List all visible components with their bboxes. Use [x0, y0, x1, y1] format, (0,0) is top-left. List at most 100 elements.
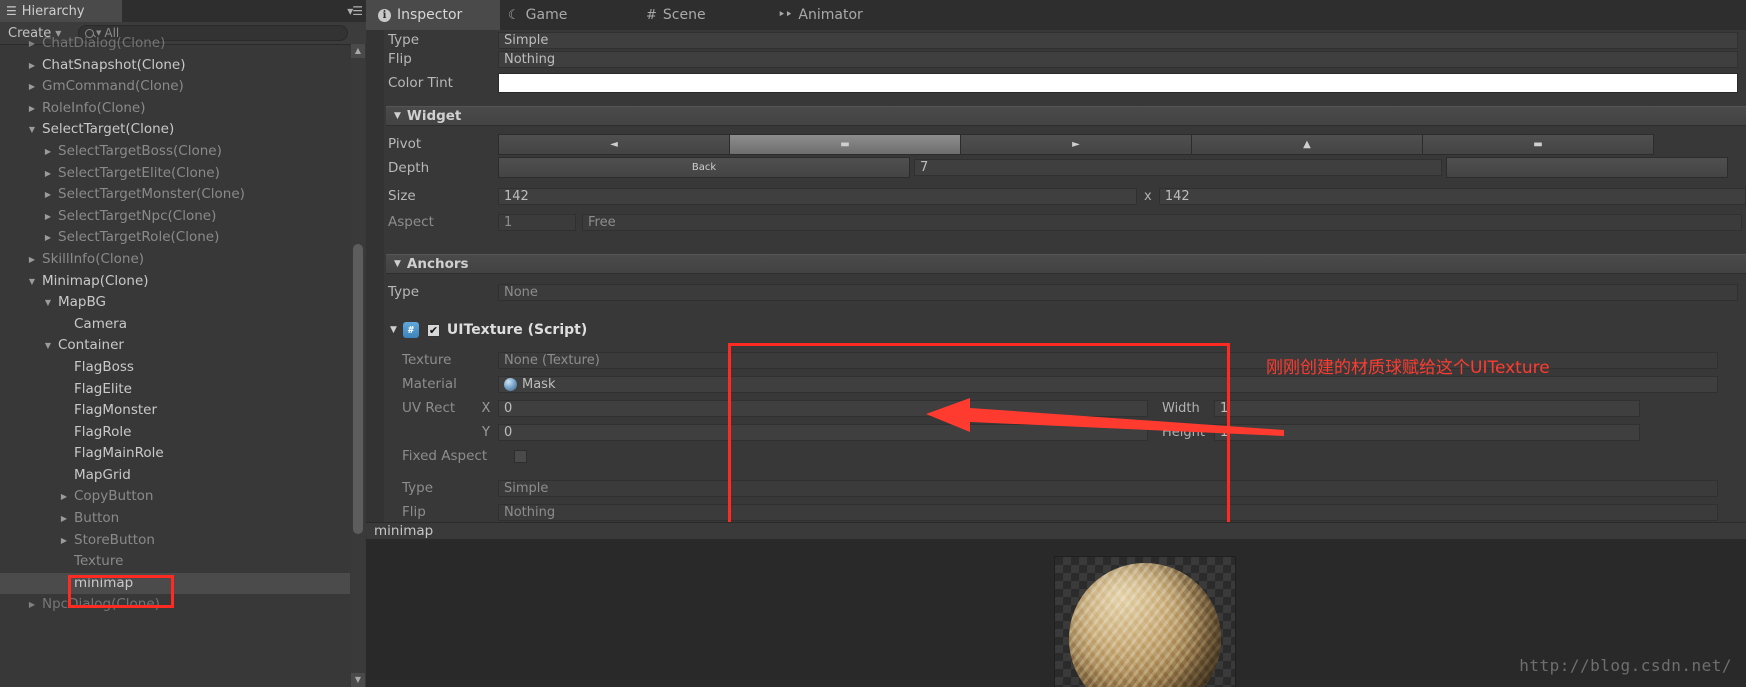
color-tint-swatch[interactable] [498, 73, 1738, 93]
scroll-down-icon[interactable]: ▼ [351, 673, 365, 687]
hierarchy-item-selecttargetroleclone[interactable]: ▶ SelectTargetRole(Clone) [0, 227, 350, 249]
hierarchy-item-flagelite[interactable]: FlagElite [0, 379, 350, 401]
pivot-middle-button[interactable]: ▬ [1422, 134, 1654, 155]
pivot-left-button[interactable]: ◄ [498, 134, 730, 155]
aspect-mode-dropdown[interactable]: Free [582, 213, 1742, 231]
inspector-body: Type Simple Flip Nothing Color Tint ▼ Wi… [366, 30, 1746, 687]
uitex-type-dropdown[interactable]: Simple [498, 479, 1718, 497]
tab-label: Animator [798, 7, 863, 23]
uitex-type-label: Type [402, 480, 434, 496]
hierarchy-item-storebutton[interactable]: ▶ StoreButton [0, 530, 350, 552]
hierarchy-item-selecttargetmonsterclone[interactable]: ▶ SelectTargetMonster(Clone) [0, 184, 350, 206]
hierarchy-item-camera[interactable]: Camera [0, 314, 350, 336]
hierarchy-item-gmcommandclone[interactable]: ▶ GmCommand(Clone) [0, 76, 350, 98]
chevron-right-icon[interactable]: ▶ [26, 98, 38, 120]
arrow-up-icon: ▲ [1303, 139, 1311, 150]
uitex-flip-dropdown[interactable]: Nothing [498, 503, 1718, 521]
flip-value-top[interactable]: Nothing [498, 50, 1738, 68]
chevron-down-icon[interactable]: ▼ [42, 335, 54, 357]
material-object-field[interactable]: Mask [498, 375, 1718, 393]
uvrect-width-input[interactable]: 1 [1214, 399, 1640, 417]
anchors-section-header[interactable]: ▼ Anchors [386, 254, 1746, 274]
hierarchy-item-selecttargetclone[interactable]: ▼ SelectTarget(Clone) [0, 119, 350, 141]
hierarchy-panel: ☰ Hierarchy ▾☰ Create ▼ ▼ All ▶ ChatDialo… [0, 0, 367, 687]
type-value-top[interactable]: Simple [498, 31, 1738, 49]
depth-extra-button[interactable] [1446, 157, 1728, 178]
tab-scene[interactable]: # Scene [634, 0, 760, 30]
hierarchy-item-minimap[interactable]: minimap [0, 572, 350, 595]
fixed-aspect-checkbox[interactable] [514, 449, 527, 463]
hierarchy-item-chatdialogclone[interactable]: ▶ ChatDialog(Clone) [0, 33, 350, 55]
size-height-input[interactable]: 142 [1158, 187, 1746, 205]
scroll-up-icon[interactable]: ▲ [351, 44, 365, 58]
hierarchy-item-mapgrid[interactable]: MapGrid [0, 465, 350, 487]
hierarchy-item-flagmainrole[interactable]: FlagMainRole [0, 443, 350, 465]
scrollbar-thumb[interactable] [353, 244, 363, 534]
panel-menu-icon[interactable]: ▾☰ [347, 4, 363, 18]
chevron-right-icon[interactable]: ▶ [42, 184, 54, 206]
row-type-bottom: Type Simple [386, 476, 1746, 500]
pivot-center-button[interactable]: ▬ [729, 134, 961, 155]
chevron-right-icon[interactable]: ▶ [58, 530, 70, 552]
chevron-right-icon[interactable]: ▶ [26, 33, 38, 55]
uvrect-x-input[interactable]: 0 [498, 399, 1148, 417]
chevron-right-icon[interactable]: ▶ [42, 206, 54, 228]
hierarchy-item-texture[interactable]: Texture [0, 551, 350, 573]
uvrect-x-label: X [481, 400, 491, 416]
uvrect-y-input[interactable]: 0 [498, 423, 1148, 441]
tab-animator[interactable]: ⯈⯈ Animator [766, 0, 916, 30]
hierarchy-item-skillinfoclone[interactable]: ▶ SkillInfo(Clone) [0, 249, 350, 271]
chevron-right-icon[interactable]: ▶ [26, 76, 38, 98]
chevron-right-icon[interactable]: ▶ [26, 55, 38, 77]
widget-section-header[interactable]: ▼ Widget [386, 106, 1746, 126]
hierarchy-item-copybutton[interactable]: ▶ CopyButton [0, 486, 350, 508]
hierarchy-item-chatsnapshotclone[interactable]: ▶ ChatSnapshot(Clone) [0, 55, 350, 77]
hierarchy-item-container[interactable]: ▼ Container [0, 335, 350, 357]
chevron-right-icon[interactable]: ▶ [58, 508, 70, 530]
chevron-right-icon[interactable]: ▶ [42, 141, 54, 163]
widget-section-title: Widget [406, 108, 462, 124]
anchor-type-dropdown[interactable]: None [498, 283, 1738, 301]
depth-back-button[interactable]: Back [498, 157, 910, 178]
pivot-right-button[interactable]: ► [960, 134, 1192, 155]
hierarchy-item-label: ChatSnapshot(Clone) [42, 56, 186, 73]
tab-inspector[interactable]: i Inspector [366, 0, 500, 30]
chevron-right-icon[interactable]: ▶ [58, 486, 70, 508]
hierarchy-item-selecttargeteliteclone[interactable]: ▶ SelectTargetElite(Clone) [0, 163, 350, 185]
hierarchy-item-roleinfoclone[interactable]: ▶ RoleInfo(Clone) [0, 98, 350, 120]
hierarchy-item-label: Minimap(Clone) [42, 272, 149, 289]
hierarchy-item-flagmonster[interactable]: FlagMonster [0, 400, 350, 422]
uvrect-height-input[interactable]: 1 [1214, 423, 1640, 441]
chevron-down-icon[interactable]: ▼ [26, 119, 38, 141]
chevron-right-icon[interactable]: ▶ [26, 249, 38, 271]
chevron-down-icon[interactable]: ▼ [26, 271, 38, 293]
pivot-top-button[interactable]: ▲ [1191, 134, 1423, 155]
chevron-down-icon: ▼ [394, 111, 401, 121]
chevron-down-icon[interactable]: ▼ [42, 292, 54, 314]
hierarchy-scrollbar[interactable]: ▲ ▼ [351, 44, 365, 687]
hierarchy-item-selecttargetbossclone[interactable]: ▶ SelectTargetBoss(Clone) [0, 141, 350, 163]
hierarchy-item-flagrole[interactable]: FlagRole [0, 422, 350, 444]
hierarchy-item-label: RoleInfo(Clone) [42, 99, 146, 116]
uitexture-component-header[interactable]: ▼ # ✔ UITexture (Script) [386, 318, 1746, 342]
hierarchy-item-mapbg[interactable]: ▼ MapBG [0, 292, 350, 314]
hierarchy-item-selecttargetnpcclone[interactable]: ▶ SelectTargetNpc(Clone) [0, 206, 350, 228]
size-width-input[interactable]: 142 [498, 187, 1137, 205]
hierarchy-item-flagboss[interactable]: FlagBoss [0, 357, 350, 379]
uitexture-enabled-checkbox[interactable]: ✔ [426, 323, 440, 337]
hierarchy-item-button[interactable]: ▶ Button [0, 508, 350, 530]
aspect-value-input[interactable]: 1 [498, 213, 576, 231]
hierarchy-item-minimapclone[interactable]: ▼ Minimap(Clone) [0, 271, 350, 293]
chevron-right-icon[interactable]: ▶ [42, 227, 54, 249]
tab-hierarchy[interactable]: ☰ Hierarchy [0, 0, 122, 22]
chevron-right-icon[interactable]: ▶ [26, 594, 38, 616]
row-uvrect-y: Y 0 Height 1 [386, 420, 1746, 444]
chevron-down-icon[interactable]: ▼ [390, 325, 397, 335]
hierarchy-item-npcdialogclone[interactable]: ▶ NpcDialog(Clone) [0, 594, 350, 616]
chevron-right-icon[interactable]: ▶ [42, 163, 54, 185]
hierarchy-item-label: ChatDialog(Clone) [42, 35, 166, 51]
depth-value[interactable]: 7 [914, 159, 1442, 176]
hierarchy-item-label: SelectTargetNpc(Clone) [58, 207, 217, 224]
hierarchy-tree[interactable]: ▶ ChatDialog(Clone) ▶ ChatSnapshot(Clone) ▶ G… [0, 33, 350, 676]
tab-game[interactable]: ☾ Game [496, 0, 626, 30]
